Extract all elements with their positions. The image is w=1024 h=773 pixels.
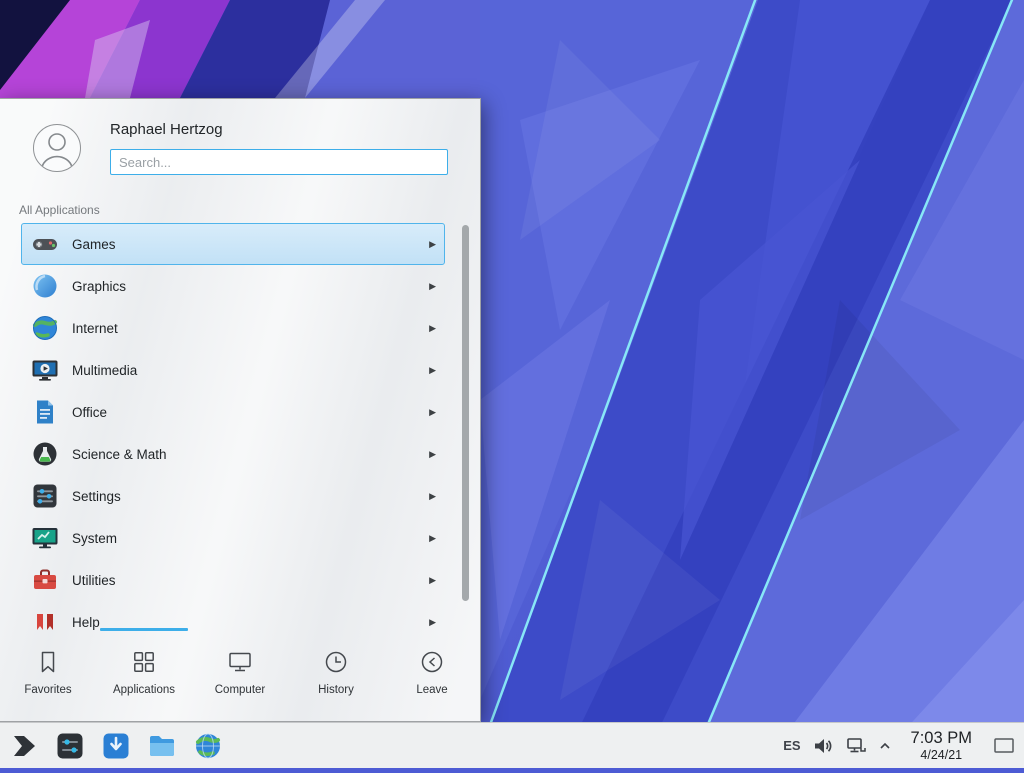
digital-clock[interactable]: 7:03 PM 4/24/21 — [903, 729, 980, 762]
computer-icon — [227, 649, 253, 675]
chevron-right-icon: ▶ — [429, 281, 436, 292]
chevron-right-icon: ▶ — [429, 617, 436, 628]
category-internet[interactable]: Internet ▶ — [21, 307, 445, 349]
kde-launcher-icon — [9, 731, 39, 761]
application-launcher-menu: Raphael Hertzog All Applications Games ▶… — [0, 98, 481, 722]
taskbar-app-web-browser[interactable] — [191, 729, 225, 763]
taskbar-app-discover[interactable] — [99, 729, 133, 763]
tab-history[interactable]: History — [288, 633, 384, 722]
graphics-icon — [31, 272, 59, 300]
category-help[interactable]: Help ▶ — [21, 601, 445, 633]
category-label: Office — [72, 405, 107, 420]
category-label: Science & Math — [72, 447, 167, 462]
show-desktop-icon — [993, 736, 1015, 756]
web-browser-icon — [193, 731, 223, 761]
toolbox-icon — [31, 566, 59, 594]
globe-icon — [31, 314, 59, 342]
category-label: Games — [72, 237, 116, 252]
category-graphics[interactable]: Graphics ▶ — [21, 265, 445, 307]
volume-icon — [812, 735, 834, 757]
volume-button[interactable] — [812, 735, 834, 757]
tab-label: Favorites — [24, 684, 71, 696]
category-settings[interactable]: Settings ▶ — [21, 475, 445, 517]
system-monitor-icon — [31, 524, 59, 552]
category-office[interactable]: Office ▶ — [21, 391, 445, 433]
settings-app-icon — [55, 731, 85, 761]
category-label: Multimedia — [72, 363, 137, 378]
user-avatar[interactable] — [33, 124, 81, 172]
sliders-icon — [31, 482, 59, 510]
leave-icon — [419, 649, 445, 675]
system-tray: ES 7:03 PM 4/24/21 — [783, 728, 1019, 764]
tab-leave[interactable]: Leave — [384, 633, 480, 722]
network-button[interactable] — [845, 735, 867, 757]
category-label: Help — [72, 615, 100, 630]
chevron-up-icon — [878, 739, 892, 753]
document-icon — [31, 398, 59, 426]
taskbar-app-settings[interactable] — [53, 729, 87, 763]
user-name: Raphael Hertzog — [110, 121, 223, 138]
tab-favorites[interactable]: Favorites — [0, 633, 96, 722]
category-system[interactable]: System ▶ — [21, 517, 445, 559]
show-desktop-button[interactable] — [991, 728, 1017, 764]
chevron-right-icon: ▶ — [429, 575, 436, 586]
tab-label: Computer — [215, 684, 266, 696]
chevron-right-icon: ▶ — [429, 365, 436, 376]
clock-time: 7:03 PM — [911, 729, 972, 748]
list-scrollbar[interactable] — [462, 225, 469, 601]
category-label: Graphics — [72, 279, 126, 294]
keyboard-layout-indicator[interactable]: ES — [783, 738, 800, 753]
gamepad-icon — [31, 230, 59, 258]
network-icon — [845, 735, 867, 757]
category-science-math[interactable]: Science & Math ▶ — [21, 433, 445, 475]
category-label: Internet — [72, 321, 118, 336]
active-tab-indicator — [100, 628, 188, 631]
multimedia-icon — [31, 356, 59, 384]
category-label: System — [72, 531, 117, 546]
application-launcher-button[interactable] — [7, 729, 41, 763]
clock-icon — [323, 649, 349, 675]
discover-icon — [101, 731, 131, 761]
category-utilities[interactable]: Utilities ▶ — [21, 559, 445, 601]
clock-date: 4/24/21 — [911, 748, 972, 762]
file-manager-icon — [147, 731, 177, 761]
user-icon — [34, 125, 80, 171]
chevron-right-icon: ▶ — [429, 323, 436, 334]
category-games[interactable]: Games ▶ — [21, 223, 445, 265]
search-input[interactable] — [110, 149, 448, 175]
chevron-right-icon: ▶ — [429, 533, 436, 544]
chevron-right-icon: ▶ — [429, 449, 436, 460]
taskbar-app-file-manager[interactable] — [145, 729, 179, 763]
category-label: Settings — [72, 489, 121, 504]
tab-label: Applications — [113, 684, 175, 696]
launcher-tab-bar: Favorites Applications Computer History … — [0, 633, 480, 722]
grid-icon — [131, 649, 157, 675]
category-multimedia[interactable]: Multimedia ▶ — [21, 349, 445, 391]
category-list: Games ▶ Graphics ▶ Internet ▶ Multimedia… — [0, 215, 458, 633]
tab-computer[interactable]: Computer — [192, 633, 288, 722]
tab-label: Leave — [416, 684, 447, 696]
category-label: Utilities — [72, 573, 116, 588]
bookmark-icon — [35, 649, 61, 675]
tab-applications[interactable]: Applications — [96, 633, 192, 722]
expand-tray-button[interactable] — [878, 739, 892, 753]
tab-label: History — [318, 684, 354, 696]
help-ribbons-icon — [31, 608, 59, 633]
chevron-right-icon: ▶ — [429, 491, 436, 502]
flask-icon — [31, 440, 59, 468]
taskbar-panel: ES 7:03 PM 4/24/21 — [0, 722, 1024, 768]
chevron-right-icon: ▶ — [429, 407, 436, 418]
chevron-right-icon: ▶ — [429, 239, 436, 250]
